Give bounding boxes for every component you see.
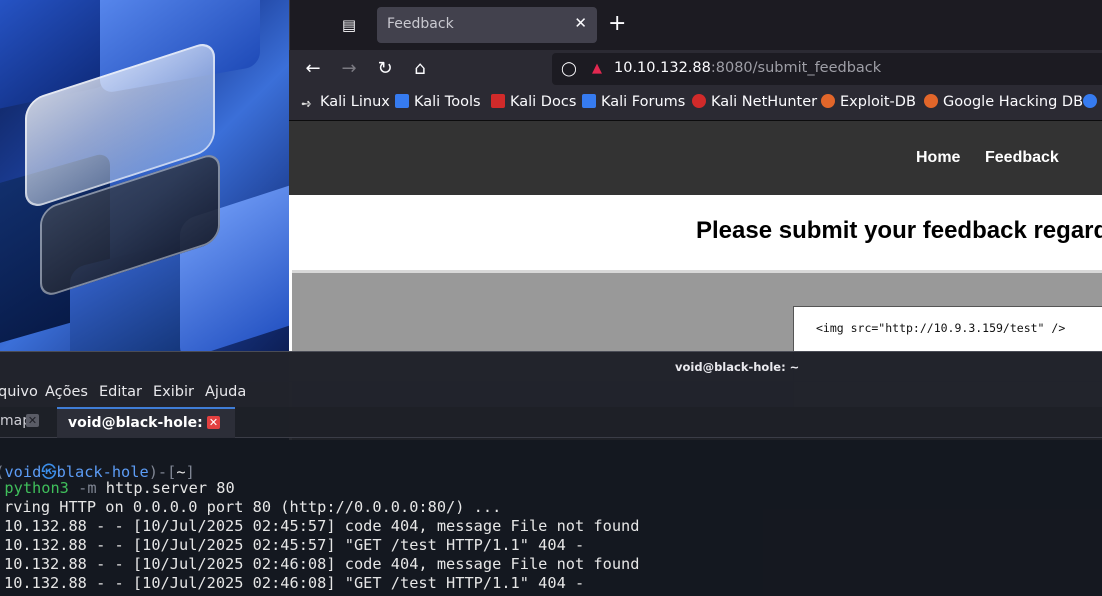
- output-line: 10.132.88 - - [10/Jul/2025 02:46:08] cod…: [4, 555, 640, 573]
- exploit-db-icon: [821, 94, 835, 108]
- tab-title: Feedback: [387, 16, 454, 32]
- close-icon[interactable]: ✕: [574, 14, 587, 32]
- terminal-tab-bar: map ✕ void@black-hole: ~ ✕: [0, 407, 1102, 438]
- kali-tools-icon: [395, 94, 409, 108]
- menu-ajuda[interactable]: Ajuda: [205, 384, 246, 400]
- site-navbar: Home Feedback: [289, 121, 1102, 195]
- terminal-tab-map[interactable]: map ✕: [0, 407, 52, 436]
- output-line: 10.132.88 - - [10/Jul/2025 02:45:57] cod…: [4, 517, 640, 535]
- feedback-textarea-value: <img src="http://10.9.3.159/test" />: [816, 321, 1066, 335]
- back-arrow-icon[interactable]: ←: [302, 58, 324, 80]
- nav-link-home[interactable]: Home: [916, 149, 960, 167]
- bookmark-kali-forums[interactable]: Kali Forums: [582, 94, 685, 110]
- terminal-titlebar[interactable]: void@black-hole: ~: [0, 351, 1102, 382]
- page-heading: Please submit your feedback regard: [696, 217, 1102, 244]
- browser-tab-bar: ▤ Feedback ✕ +: [289, 0, 1102, 50]
- bookmark-kali-docs[interactable]: Kali Docs: [491, 94, 576, 110]
- bookmarks-toolbar: ➺ Kali Linux Kali Tools Kali Docs Kali Fo…: [289, 88, 1102, 121]
- new-tab-icon[interactable]: +: [608, 12, 626, 36]
- kali-forums-icon: [582, 94, 596, 108]
- output-line: rving HTTP on 0.0.0.0 port 80 (http://0.…: [4, 498, 502, 516]
- ghdb-icon: [924, 94, 938, 108]
- home-icon[interactable]: ⌂: [409, 58, 431, 80]
- tab-feedback[interactable]: Feedback ✕: [377, 7, 597, 43]
- insecure-lock-icon[interactable]: ▲: [588, 60, 606, 78]
- terminal-menubar: quivo Ações Editar Exibir Ajuda: [0, 381, 1102, 407]
- terminal-tab-void[interactable]: void@black-hole: ~ ✕: [57, 407, 235, 438]
- nav-link-feedback[interactable]: Feedback: [985, 149, 1059, 167]
- kali-docs-icon: [491, 94, 505, 108]
- close-icon[interactable]: ✕: [207, 416, 220, 429]
- menu-editar[interactable]: Editar: [99, 384, 142, 400]
- close-icon[interactable]: ✕: [26, 414, 39, 427]
- menu-acoes[interactable]: Ações: [45, 384, 88, 400]
- kali-nethunter-icon: [692, 94, 706, 108]
- reload-icon[interactable]: ↻: [374, 58, 396, 80]
- bookmark-kali-linux[interactable]: ➺ Kali Linux: [301, 94, 390, 112]
- url-host: 10.10.132.88: [614, 60, 711, 76]
- kali-linux-icon: ➺: [301, 97, 312, 112]
- forward-arrow-icon[interactable]: →: [338, 58, 360, 80]
- terminal-window: void@black-hole: ~ quivo Ações Editar Ex…: [0, 351, 1102, 596]
- tab-list-icon[interactable]: ▤: [338, 14, 360, 36]
- bookmark-overflow[interactable]: [1083, 94, 1102, 110]
- browser-navigation-bar: ← → ↻ ⌂ ◯ ▲ 10.10.132.88:8080/submit_fee…: [289, 50, 1102, 88]
- menu-arquivo[interactable]: quivo: [0, 384, 38, 400]
- url-path: :8080/submit_feedback: [710, 60, 882, 76]
- output-line: 10.132.88 - - [10/Jul/2025 02:46:08] "GE…: [4, 574, 585, 592]
- bookmark-google-hacking-db[interactable]: Google Hacking DB: [924, 94, 1083, 110]
- terminal-tab-label: void@black-hole: ~: [68, 415, 220, 431]
- url-text[interactable]: 10.10.132.88:8080/submit_feedback: [614, 60, 881, 76]
- url-bar[interactable]: ◯ ▲ 10.10.132.88:8080/submit_feedback: [552, 53, 1102, 85]
- menu-exibir[interactable]: Exibir: [153, 384, 194, 400]
- bookmark-exploit-db[interactable]: Exploit-DB: [821, 94, 916, 110]
- output-line: 10.132.88 - - [10/Jul/2025 02:45:57] "GE…: [4, 536, 585, 554]
- globe-icon: [1083, 94, 1097, 108]
- command-line: $ python3 -m http.server 80: [4, 479, 235, 497]
- shield-icon[interactable]: ◯: [560, 60, 578, 78]
- bookmark-kali-nethunter[interactable]: Kali NetHunter: [692, 94, 817, 110]
- bookmark-kali-tools[interactable]: Kali Tools: [395, 94, 481, 110]
- desktop-wallpaper: [0, 0, 290, 352]
- terminal-title: void@black-hole: ~: [675, 360, 800, 374]
